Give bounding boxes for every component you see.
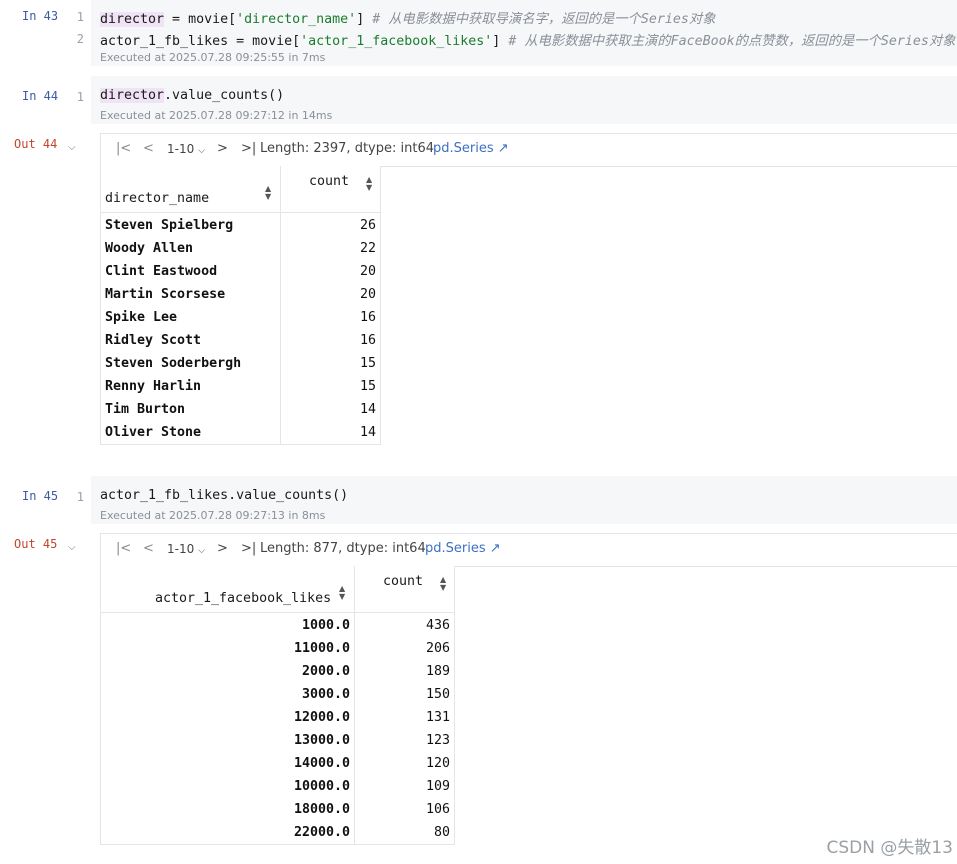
table-row-count: 150 (425, 687, 450, 702)
table-row-index: 3000.0 (301, 687, 350, 702)
table-row-count: 120 (425, 756, 450, 771)
table-row-index: Clint Eastwood (105, 264, 218, 279)
series-info: Length: 877, dtype: int64 (260, 541, 426, 556)
table-row-count: 16 (359, 310, 376, 325)
chevron-down-icon: ⌵ (198, 146, 205, 156)
output-toolbar: |< < 1-10 ⌵ > >| Length: 2397, dtype: in… (100, 133, 957, 167)
page-range-dropdown[interactable]: 1-10 ⌵ (167, 142, 205, 156)
table-row-index: 10000.0 (293, 779, 350, 794)
table-row-count: 131 (425, 710, 450, 725)
cell-in-label: In 45 (22, 489, 59, 503)
cell-out-label: Out 44 (14, 137, 58, 151)
code-line: actor_1_fb_likes.value_counts() (100, 488, 349, 503)
line-number: 1 (76, 490, 84, 504)
column-header-count[interactable]: count (309, 174, 349, 189)
table-row-index: Steven Soderbergh (105, 356, 242, 371)
table-row-index: 13000.0 (293, 733, 350, 748)
table-row-count: 15 (359, 379, 376, 394)
series-info: Length: 2397, dtype: int64 (260, 141, 434, 156)
cell-out-label: Out 45 (14, 537, 58, 551)
table-row-count: 16 (359, 333, 376, 348)
next-page-icon[interactable]: > (217, 541, 228, 556)
table-row-index: 18000.0 (293, 802, 350, 817)
page-range-dropdown[interactable]: 1-10 ⌵ (167, 542, 205, 556)
code-cell-editor[interactable]: director.value_counts() Executed at 2025… (91, 76, 957, 124)
table-row-count: 109 (425, 779, 450, 794)
column-header-index[interactable]: actor_1_facebook_likes (155, 591, 331, 606)
table-row-index: 1000.0 (301, 618, 350, 633)
table-row-index: Woody Allen (105, 241, 194, 256)
chevron-down-icon: ⌵ (198, 546, 205, 556)
table-row-count: 80 (433, 825, 450, 840)
line-number: 2 (76, 32, 84, 46)
prev-page-icon[interactable]: < (143, 541, 154, 556)
code-line: director = movie['director_name'] # 从电影数… (100, 12, 716, 27)
last-page-icon[interactable]: >| (241, 141, 256, 156)
code-cell-editor[interactable]: actor_1_fb_likes.value_counts() Executed… (91, 476, 957, 524)
table-row-index: Martin Scorsese (105, 287, 226, 302)
table-row-count: 26 (359, 218, 376, 233)
sort-icon[interactable]: ▲ ▼ (265, 185, 271, 201)
table-row-index: Renny Harlin (105, 379, 202, 394)
table-row-count: 106 (425, 802, 450, 817)
cell-in-label: In 43 (22, 9, 59, 23)
sort-icon[interactable]: ▲ ▼ (366, 176, 372, 192)
collapse-output-chevron-icon[interactable]: ⌵ (68, 542, 76, 553)
output-toolbar: |< < 1-10 ⌵ > >| Length: 877, dtype: int… (100, 533, 957, 567)
table-row-index: 14000.0 (293, 756, 350, 771)
column-header-count[interactable]: count (383, 574, 423, 589)
table-row-index: Oliver Stone (105, 425, 202, 440)
table-row-count: 20 (359, 264, 376, 279)
code-line: director.value_counts() (100, 88, 285, 103)
line-number: 1 (76, 90, 84, 104)
table-row-count: 436 (425, 618, 450, 633)
sort-icon[interactable]: ▲ ▼ (440, 576, 446, 592)
table-row-index: Spike Lee (105, 310, 178, 325)
table-row-index: Tim Burton (105, 402, 186, 417)
collapse-output-chevron-icon[interactable]: ⌵ (68, 142, 76, 153)
watermark: CSDN @失散13 (826, 838, 953, 858)
cell-in-label: In 44 (22, 89, 59, 103)
table-row-count: 14 (359, 402, 376, 417)
table-row-count: 14 (359, 425, 376, 440)
table-row-count: 123 (425, 733, 450, 748)
next-page-icon[interactable]: > (217, 141, 228, 156)
pd-series-link[interactable]: pd.Series ↗ (425, 541, 501, 556)
table-row-count: 22 (359, 241, 376, 256)
execution-info: Executed at 2025.07.28 09:25:55 in 7ms (100, 51, 326, 64)
pd-series-link[interactable]: pd.Series ↗ (433, 141, 509, 156)
table-row-count: 206 (425, 641, 450, 656)
output-area: |< < 1-10 ⌵ > >| Length: 877, dtype: int… (100, 533, 957, 855)
line-number: 1 (76, 10, 84, 24)
code-line: actor_1_fb_likes = movie['actor_1_facebo… (100, 34, 956, 49)
table-row-count: 189 (425, 664, 450, 679)
data-table: actor_1_facebook_likes ▲ ▼ count ▲ ▼ 1000.… (100, 566, 455, 845)
data-table: director_name ▲ ▼ count ▲ ▼ Steven Spielbe… (100, 166, 381, 445)
table-row-index: 11000.0 (293, 641, 350, 656)
table-row-index: Steven Spielberg (105, 218, 234, 233)
first-page-icon[interactable]: |< (116, 541, 131, 556)
sort-icon[interactable]: ▲ ▼ (339, 585, 345, 601)
code-cell-editor[interactable]: director = movie['director_name'] # 从电影数… (91, 0, 957, 66)
table-row-count: 15 (359, 356, 376, 371)
table-row-index: 2000.0 (301, 664, 350, 679)
execution-info: Executed at 2025.07.28 09:27:13 in 8ms (100, 509, 326, 522)
table-row-index: Ridley Scott (105, 333, 202, 348)
first-page-icon[interactable]: |< (116, 141, 131, 156)
execution-info: Executed at 2025.07.28 09:27:12 in 14ms (100, 109, 333, 122)
table-row-count: 20 (359, 287, 376, 302)
table-row-index: 12000.0 (293, 710, 350, 725)
last-page-icon[interactable]: >| (241, 541, 256, 556)
prev-page-icon[interactable]: < (143, 141, 154, 156)
table-row-index: 22000.0 (293, 825, 350, 840)
column-header-index[interactable]: director_name (105, 191, 209, 206)
output-area: |< < 1-10 ⌵ > >| Length: 2397, dtype: in… (100, 133, 957, 455)
